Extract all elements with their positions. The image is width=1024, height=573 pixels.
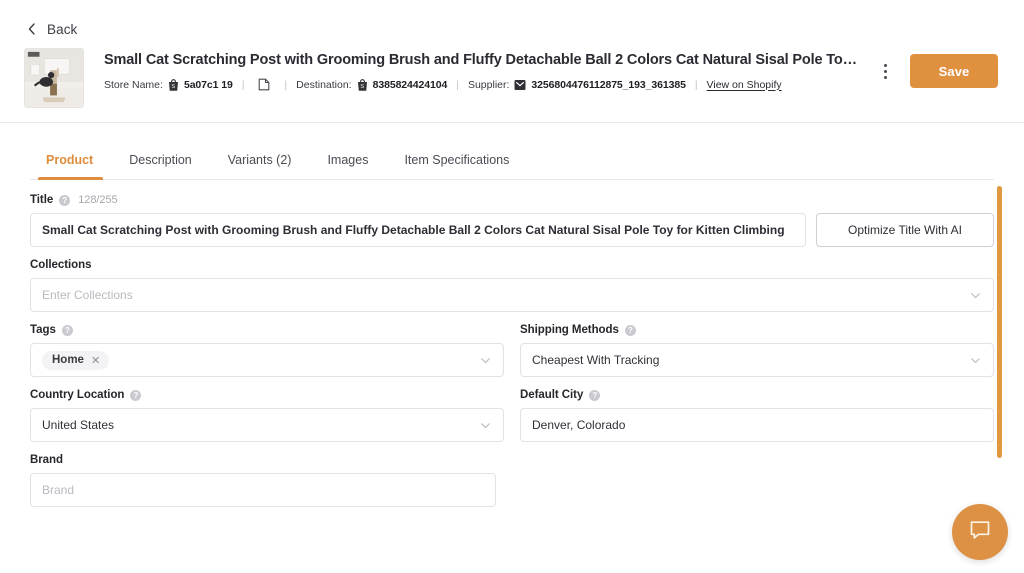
brand-field-group: Brand Brand bbox=[30, 454, 496, 507]
tag-chip-label: Home bbox=[52, 354, 84, 366]
country-location-label-row: Country Location ? bbox=[30, 389, 504, 401]
save-button[interactable]: Save bbox=[910, 54, 998, 88]
title-input-row: Small Cat Scratching Post with Grooming … bbox=[30, 213, 994, 247]
title-label: Title bbox=[30, 194, 54, 206]
country-location-field-group: Country Location ? United States bbox=[30, 389, 504, 442]
help-icon[interactable]: ? bbox=[130, 389, 142, 401]
meta-divider: | bbox=[694, 78, 698, 91]
tab-product[interactable]: Product bbox=[30, 153, 111, 180]
brand-input[interactable]: Brand bbox=[30, 473, 496, 507]
form-scrollbar-track[interactable] bbox=[997, 186, 1002, 458]
default-city-input[interactable]: Denver, Colorado bbox=[520, 408, 994, 442]
country-city-row: Country Location ? United States Default… bbox=[30, 389, 994, 454]
page-document-icon[interactable] bbox=[258, 78, 270, 91]
destination-label: Destination: bbox=[296, 78, 352, 91]
collections-label: Collections bbox=[30, 259, 92, 271]
shipping-methods-label-row: Shipping Methods ? bbox=[520, 324, 994, 336]
close-icon[interactable]: ✕ bbox=[91, 354, 100, 367]
supplier-value: 3256804476112875_193_361385 bbox=[531, 78, 686, 91]
default-city-label: Default City bbox=[520, 389, 584, 401]
aliexpress-icon bbox=[514, 79, 526, 91]
shopify-bag-icon: S bbox=[168, 78, 179, 91]
chat-bubble-icon bbox=[967, 517, 993, 548]
meta-divider: | bbox=[241, 78, 245, 91]
title-char-counter: 128/255 bbox=[78, 194, 118, 206]
product-meta-row: Store Name: S 5a07c1 19 | | Destination:… bbox=[104, 78, 1006, 91]
tag-chip[interactable]: Home ✕ bbox=[42, 350, 110, 370]
help-icon[interactable]: ? bbox=[59, 194, 71, 206]
chat-support-button[interactable] bbox=[952, 504, 1008, 560]
help-icon[interactable]: ? bbox=[589, 389, 601, 401]
product-form: Title ? 128/255 Small Cat Scratching Pos… bbox=[0, 180, 1024, 573]
page-header: Back Small Cat Scratching Post with Groo… bbox=[0, 0, 1024, 123]
shipping-methods-label: Shipping Methods bbox=[520, 324, 619, 336]
tab-description[interactable]: Description bbox=[111, 153, 210, 179]
back-label: Back bbox=[47, 21, 78, 37]
default-city-field-group: Default City ? Denver, Colorado bbox=[520, 389, 994, 442]
title-field-group: Title ? 128/255 Small Cat Scratching Pos… bbox=[30, 194, 994, 247]
tags-label-row: Tags ? bbox=[30, 324, 504, 336]
tags-field-group: Tags ? Home ✕ bbox=[30, 324, 504, 377]
title-input-value: Small Cat Scratching Post with Grooming … bbox=[42, 223, 785, 237]
more-options-icon[interactable] bbox=[876, 58, 894, 84]
store-name-label: Store Name: bbox=[104, 78, 163, 91]
shipping-methods-field-group: Shipping Methods ? Cheapest With Trackin… bbox=[520, 324, 994, 377]
supplier-label: Supplier: bbox=[467, 78, 510, 91]
tags-label: Tags bbox=[30, 324, 56, 336]
back-button[interactable]: Back bbox=[24, 21, 77, 37]
tab-variants[interactable]: Variants (2) bbox=[210, 153, 310, 179]
tags-chip-list: Home ✕ bbox=[42, 350, 479, 370]
country-location-label: Country Location bbox=[30, 389, 125, 401]
tags-select[interactable]: Home ✕ bbox=[30, 343, 504, 377]
collections-select[interactable]: Enter Collections bbox=[30, 278, 994, 312]
header-actions: Save bbox=[876, 54, 998, 88]
meta-divider: | bbox=[284, 78, 288, 91]
chevron-down-icon bbox=[479, 354, 492, 367]
product-title: Small Cat Scratching Post with Grooming … bbox=[104, 52, 864, 68]
store-name-value: 5a07c1 19 bbox=[183, 78, 233, 91]
country-location-select[interactable]: United States bbox=[30, 408, 504, 442]
default-city-value: Denver, Colorado bbox=[532, 418, 626, 432]
collections-field-group: Collections Enter Collections bbox=[30, 259, 994, 312]
collections-label-row: Collections bbox=[30, 259, 994, 271]
country-location-value: United States bbox=[42, 418, 115, 432]
tab-images[interactable]: Images bbox=[309, 153, 386, 179]
title-input[interactable]: Small Cat Scratching Post with Grooming … bbox=[30, 213, 806, 247]
shipping-methods-value: Cheapest With Tracking bbox=[532, 353, 660, 367]
svg-text:S: S bbox=[171, 84, 175, 90]
chevron-down-icon bbox=[969, 289, 982, 302]
optimize-title-with-ai-button[interactable]: Optimize Title With AI bbox=[816, 213, 994, 247]
product-thumbnail[interactable] bbox=[24, 48, 84, 108]
tab-bar: Product Description Variants (2) Images … bbox=[0, 124, 1024, 180]
view-on-shopify-link[interactable]: View on Shopify bbox=[707, 79, 782, 91]
product-summary-row: Small Cat Scratching Post with Grooming … bbox=[24, 48, 1006, 108]
brand-placeholder: Brand bbox=[42, 483, 75, 497]
shipping-methods-select[interactable]: Cheapest With Tracking bbox=[520, 343, 994, 377]
title-label-row: Title ? 128/255 bbox=[30, 194, 994, 206]
brand-label: Brand bbox=[30, 454, 63, 466]
help-icon[interactable]: ? bbox=[624, 324, 636, 336]
svg-text:S: S bbox=[360, 84, 364, 90]
meta-divider: | bbox=[456, 78, 459, 91]
brand-label-row: Brand bbox=[30, 454, 496, 466]
chevron-left-icon bbox=[24, 21, 40, 37]
tags-shipping-row: Tags ? Home ✕ Shipping Methods ? Cheapes… bbox=[30, 324, 994, 389]
help-icon[interactable]: ? bbox=[61, 324, 73, 336]
shopify-bag-icon: S bbox=[357, 78, 368, 91]
chevron-down-icon bbox=[479, 419, 492, 432]
tab-item-specifications[interactable]: Item Specifications bbox=[386, 153, 527, 179]
chevron-down-icon bbox=[969, 354, 982, 367]
destination-value: 8385824424104 bbox=[372, 78, 448, 91]
collections-placeholder: Enter Collections bbox=[42, 288, 133, 302]
form-scrollbar-thumb[interactable] bbox=[997, 186, 1002, 458]
default-city-label-row: Default City ? bbox=[520, 389, 994, 401]
